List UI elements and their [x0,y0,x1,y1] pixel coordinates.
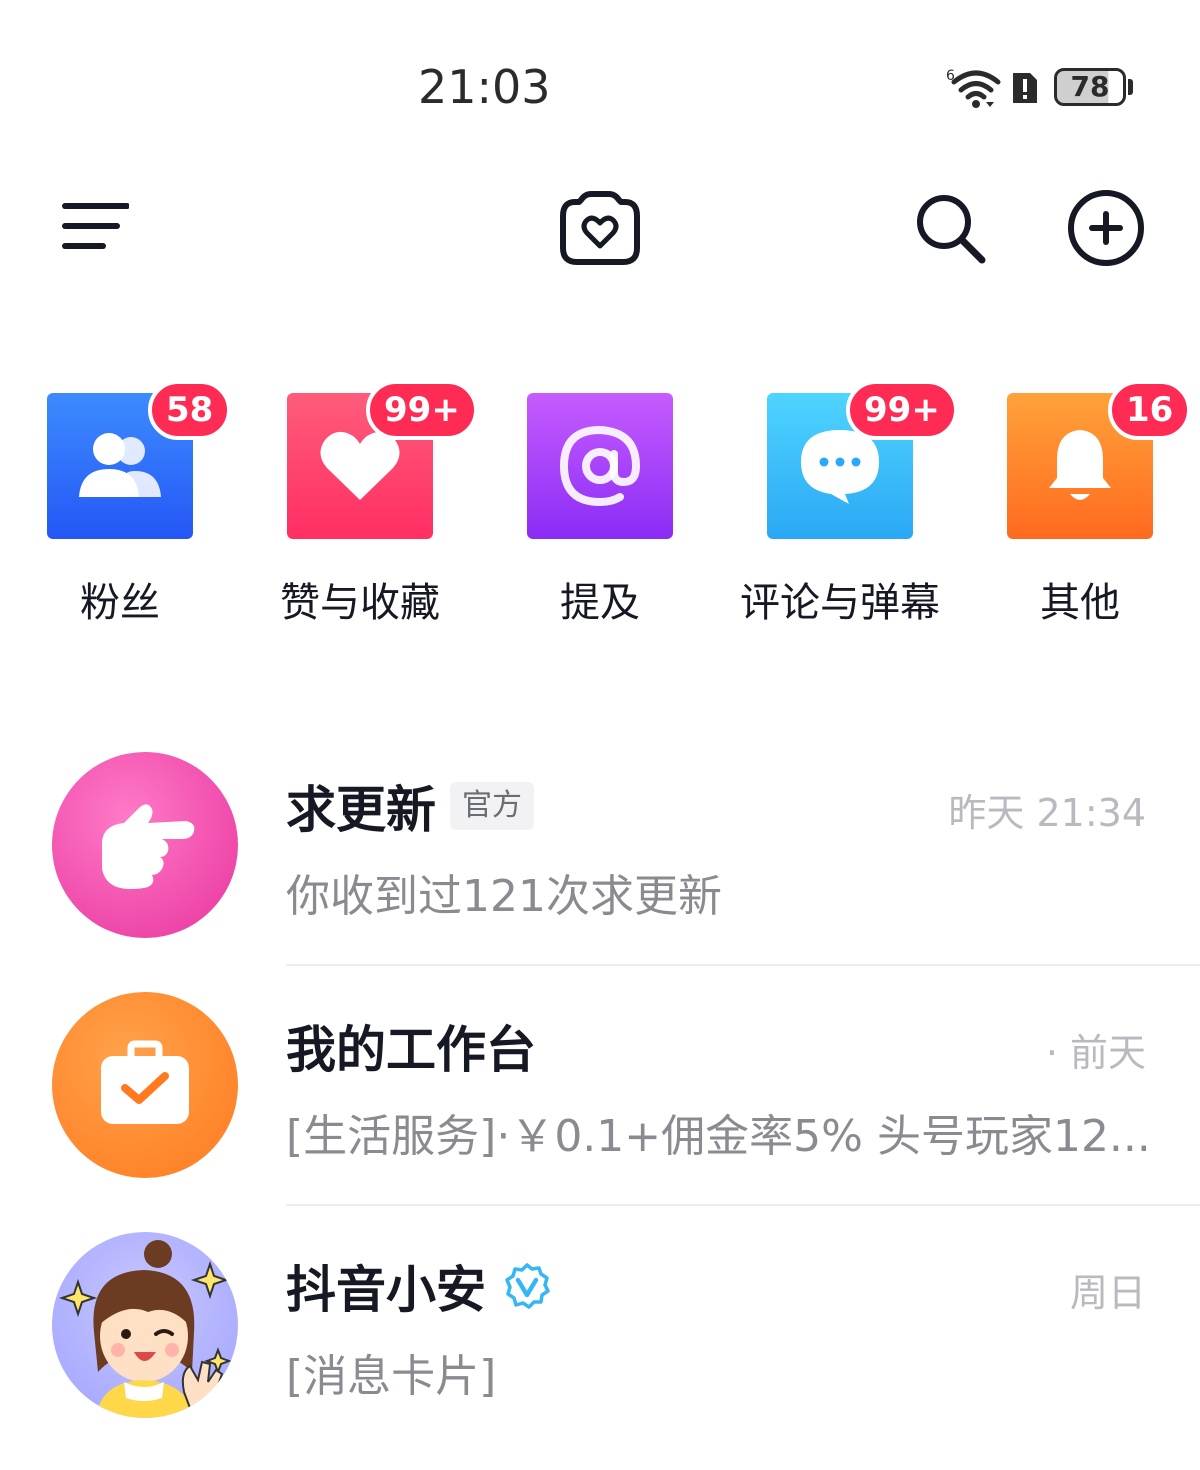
add-circle-icon [1068,190,1144,266]
message-item-douyin-xiaoan[interactable]: 抖音小安 周日 [消息卡片] [0,1232,1200,1470]
message-item-request-update[interactable]: 求更新 官方 昨天 21:34 你收到过121次求更新 [0,752,1200,990]
battery-indicator: 78 [1054,68,1126,106]
message-title: 我的工作台 [286,1021,536,1079]
message-title-row: 我的工作台 [286,1014,536,1079]
divider [286,964,1200,966]
message-time: 昨天 21:34 [948,791,1146,835]
unread-badge: 99+ [846,380,958,440]
category-label: 赞与收藏 [280,580,440,626]
heart-camera-icon [560,191,640,265]
message-title: 求更新 [286,781,436,839]
add-button[interactable] [1064,186,1148,270]
category-label: 粉丝 [80,580,160,626]
status-time: 21:03 [418,60,551,114]
cartoon-girl-avatar [52,1232,238,1418]
category-label: 评论与弹幕 [740,580,940,626]
official-tag: 官方 [450,782,534,830]
message-preview: 你收到过121次求更新 [286,871,722,922]
menu-button[interactable] [52,186,136,270]
message-item-workbench[interactable]: 我的工作台 · 前天 [生活服务]·￥0.1+佣金率5% 头号玩家12... [0,992,1200,1230]
category-fans[interactable]: 58 粉丝 [0,380,240,630]
verified-badge-icon [505,1263,550,1309]
message-title-row: 抖音小安 [286,1254,550,1319]
briefcase-check-icon [52,992,238,1178]
category-comments-danmaku[interactable]: 99+ 评论与弹幕 [720,380,960,630]
at-icon [527,393,673,539]
message-time: · 前天 [1045,1031,1146,1075]
unread-badge: 58 [148,380,232,440]
category-other[interactable]: 16 其他 [960,380,1200,630]
unread-badge: 16 [1108,380,1192,440]
message-title-row: 求更新 官方 [286,774,534,839]
category-likes-favorites[interactable]: 99+ 赞与收藏 [240,380,480,630]
pointing-hand-icon [52,752,238,938]
sim-alert-icon [1013,73,1037,103]
hamburger-menu-icon [62,203,129,249]
unread-badge: 99+ [366,380,478,440]
message-preview: [消息卡片] [286,1351,497,1402]
wifi-icon: 6 [946,68,1001,108]
battery-nub [1128,79,1133,95]
category-label: 其他 [1040,580,1120,626]
message-title: 抖音小安 [286,1261,486,1319]
category-mentions[interactable]: 提及 [480,380,720,630]
divider [286,1204,1200,1206]
camera-button[interactable] [558,186,642,270]
category-label: 提及 [560,580,640,626]
category-shortcuts: 58 粉丝 99+ 赞与收藏 提及 99+ 评论与弹幕 16 其他 [0,380,1200,630]
status-bar: 21:03 6 78 [0,0,1200,170]
message-time: 周日 [1069,1271,1146,1315]
search-icon [917,195,986,264]
message-preview: [生活服务]·￥0.1+佣金率5% 头号玩家12... [286,1111,1146,1162]
search-button[interactable] [908,186,992,270]
